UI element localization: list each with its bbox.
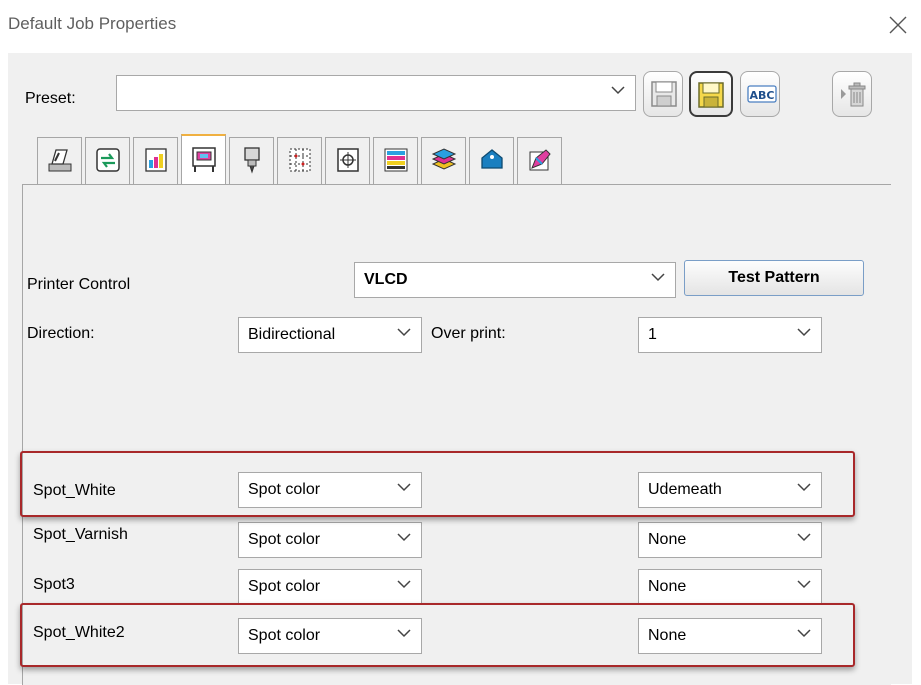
chevron-down-icon xyxy=(397,328,411,337)
tab-printer-setup[interactable] xyxy=(37,137,82,185)
layout-grid-icon xyxy=(289,148,311,172)
overprint-value: 1 xyxy=(648,326,657,343)
tab-eyedropper[interactable] xyxy=(517,137,562,185)
save-as-icon xyxy=(698,82,724,108)
spot-name: Spot3 xyxy=(33,576,75,593)
tab-import-export[interactable] xyxy=(85,137,130,185)
spot-placement-combo[interactable]: None xyxy=(638,522,822,558)
import-export-icon xyxy=(96,148,120,172)
tab-ink-nozzle[interactable] xyxy=(229,137,274,185)
printer-control-combo[interactable]: VLCD xyxy=(354,262,676,298)
save-icon xyxy=(651,81,677,107)
tab-crop-marks[interactable] xyxy=(325,137,370,185)
spot-type-value: Spot color xyxy=(248,578,321,595)
delete-icon xyxy=(841,82,866,107)
tab-tag[interactable] xyxy=(469,137,514,185)
direction-combo[interactable]: Bidirectional xyxy=(238,317,422,353)
spot-type-combo[interactable]: Spot color xyxy=(238,522,422,558)
crop-marks-icon xyxy=(337,148,359,172)
overprint-combo[interactable]: 1 xyxy=(638,317,822,353)
tab-color-swatch[interactable] xyxy=(133,137,178,185)
tab-layout-grid[interactable] xyxy=(277,137,322,185)
svg-text:ABC: ABC xyxy=(750,89,775,102)
delete-preset-button[interactable] xyxy=(832,71,872,117)
chevron-down-icon xyxy=(797,533,811,542)
chevron-down-icon xyxy=(397,533,411,542)
printer-control-label: Printer Control xyxy=(27,276,131,293)
chevron-down-icon xyxy=(397,580,411,589)
preset-label: Preset: xyxy=(25,90,76,107)
direction-value: Bidirectional xyxy=(248,326,336,343)
tab-color-bars[interactable] xyxy=(373,137,418,185)
color-swatch-icon xyxy=(145,148,167,172)
chevron-down-icon xyxy=(651,273,665,282)
color-bars-icon xyxy=(384,148,408,172)
ink-nozzle-icon xyxy=(244,147,260,174)
save-as-preset-button[interactable] xyxy=(689,71,733,117)
overprint-label: Over print: xyxy=(431,325,506,342)
chevron-down-icon xyxy=(611,86,625,95)
spot-name: Spot_Varnish xyxy=(33,526,128,543)
printer-control-value: VLCD xyxy=(364,271,408,288)
tab-layers[interactable] xyxy=(421,137,466,185)
highlight-box xyxy=(20,603,855,667)
rename-abc-icon: ABC xyxy=(747,85,777,103)
direction-label: Direction: xyxy=(27,325,95,342)
tab-printer-control[interactable] xyxy=(181,134,226,186)
highlight-box xyxy=(20,451,855,517)
layers-icon xyxy=(431,148,457,170)
spot-type-value: Spot color xyxy=(248,531,321,548)
rename-preset-button[interactable]: ABC xyxy=(740,71,780,117)
spot-placement-value: None xyxy=(648,578,687,595)
spot-placement-combo[interactable]: None xyxy=(638,569,822,605)
spot-type-combo[interactable]: Spot color xyxy=(238,569,422,605)
spot-placement-value: None xyxy=(648,531,687,548)
window-title: Default Job Properties xyxy=(8,14,177,33)
printer-control-icon xyxy=(192,147,216,172)
test-pattern-button[interactable]: Test Pattern xyxy=(684,260,864,296)
chevron-down-icon xyxy=(797,328,811,337)
preset-combo[interactable] xyxy=(116,75,636,111)
save-preset-button[interactable] xyxy=(643,71,683,117)
printer-setup-icon xyxy=(48,149,72,172)
tag-icon xyxy=(481,149,503,169)
chevron-down-icon xyxy=(797,580,811,589)
close-icon[interactable] xyxy=(887,14,909,36)
eyedropper-icon xyxy=(529,149,551,171)
